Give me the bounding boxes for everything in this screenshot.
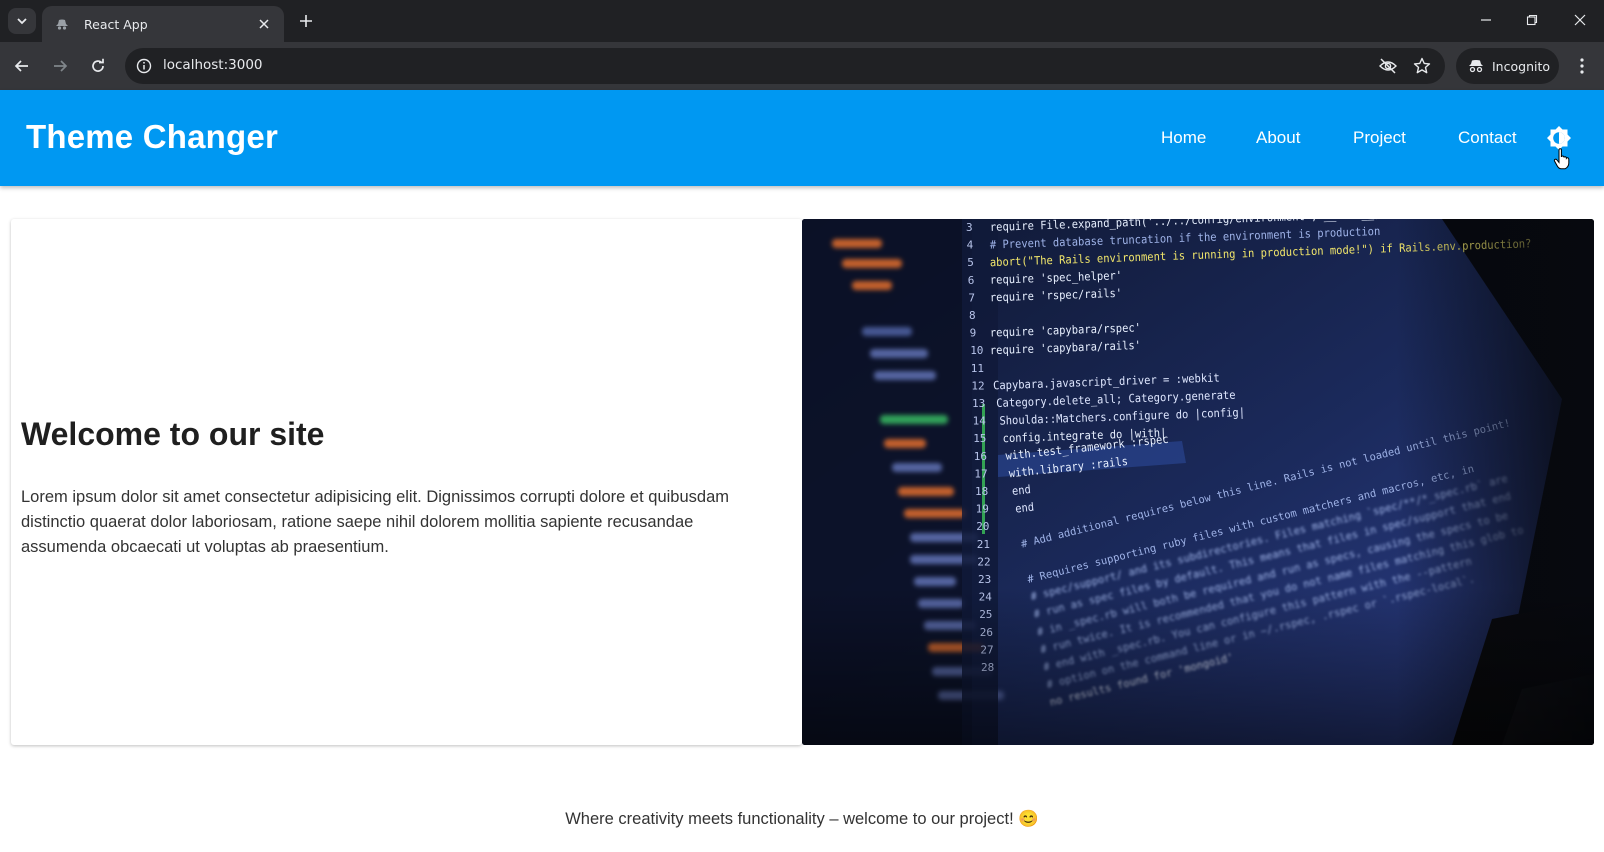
footer-tagline: Where creativity meets functionality – w…: [565, 810, 1039, 828]
hero-paragraph: Lorem ipsum dolor sit amet consectetur a…: [21, 488, 729, 556]
restore-icon[interactable]: [1517, 8, 1547, 32]
minimize-icon[interactable]: [1471, 8, 1501, 32]
bookmark-star-icon[interactable]: [1411, 55, 1433, 77]
incognito-badge[interactable]: Incognito: [1456, 48, 1559, 84]
tab-title: React App: [84, 16, 148, 32]
new-tab-plus-icon[interactable]: [295, 10, 317, 32]
forward-arrow-icon[interactable]: [46, 52, 74, 80]
nav-project[interactable]: Project: [1353, 128, 1406, 148]
nav-contact[interactable]: Contact: [1458, 128, 1517, 148]
tab-search-button[interactable]: [8, 8, 36, 34]
hand-cursor-icon: [1553, 148, 1570, 170]
hero-title: Welcome to our site: [21, 416, 325, 452]
tab-close-icon[interactable]: [254, 14, 274, 34]
site-header: Theme Changer Home About Project Contact: [0, 90, 1604, 186]
address-bar[interactable]: localhost:3000: [125, 48, 1445, 84]
browser-toolbar: localhost:3000 Incognito: [0, 42, 1604, 90]
hero-text-card: Welcome to our site Lorem ipsum dolor si…: [11, 219, 802, 745]
kebab-menu-icon[interactable]: [1568, 52, 1596, 80]
eye-slash-icon[interactable]: [1377, 55, 1399, 77]
site-info-icon[interactable]: [133, 55, 155, 77]
incognito-icon: [1469, 60, 1483, 73]
reload-icon[interactable]: [84, 52, 112, 80]
tab-react-app[interactable]: React App: [42, 6, 284, 42]
chevron-down-icon: [17, 18, 27, 25]
close-window-icon[interactable]: [1565, 8, 1595, 32]
site-brand[interactable]: Theme Changer: [26, 118, 278, 156]
incognito-label: Incognito: [1492, 58, 1551, 74]
url-text[interactable]: localhost:3000: [163, 57, 263, 73]
incognito-favicon-icon: [54, 16, 70, 32]
nav-about[interactable]: About: [1256, 128, 1300, 148]
nav-home[interactable]: Home: [1161, 128, 1206, 148]
browser-tab-strip: React App: [0, 0, 1604, 42]
hero-code-image: 3456789101112131415161718192021222324252…: [802, 219, 1594, 745]
laptop-code-illustration: 3456789101112131415161718192021222324252…: [802, 219, 1594, 745]
back-arrow-icon[interactable]: [8, 52, 36, 80]
